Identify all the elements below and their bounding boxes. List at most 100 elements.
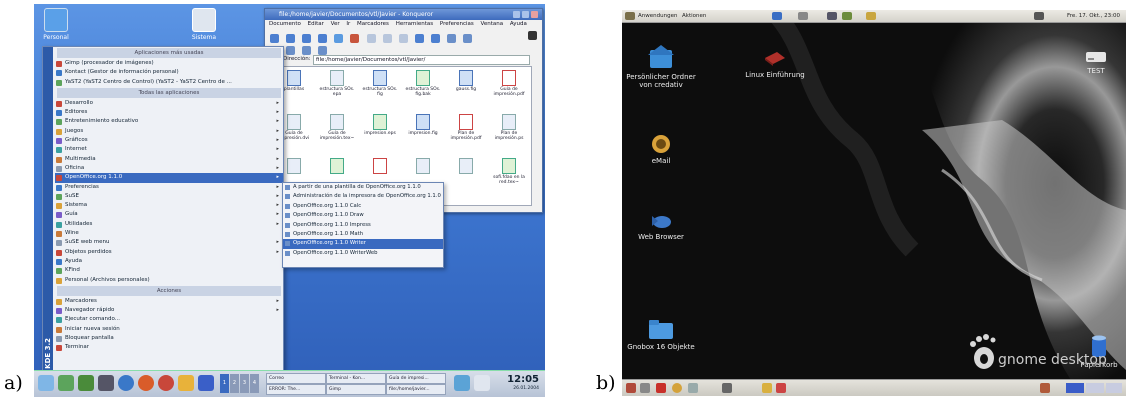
kmenu-item[interactable]: Editores ▸ [55, 108, 283, 117]
maximize-icon[interactable] [522, 11, 529, 18]
office-launch-icon[interactable] [178, 375, 194, 391]
applet-icon[interactable] [776, 383, 786, 393]
workspace-icon[interactable] [762, 383, 772, 393]
file-item[interactable]: Guía de impresión.tex~ [317, 114, 357, 141]
help-launch-icon[interactable] [118, 375, 134, 391]
file-item[interactable] [446, 158, 486, 175]
desktop-icon-gnobox[interactable]: Gnobox 16 Objekte [626, 318, 696, 351]
panel-browser-icon[interactable] [772, 12, 782, 20]
desktop-icon-linux-einfuehrung[interactable]: Linux Einführung [740, 50, 810, 79]
konqueror-launch-icon[interactable] [78, 375, 94, 391]
panel-terminal-icon[interactable] [827, 12, 837, 20]
taskbar-button[interactable]: Correo [266, 373, 326, 384]
taskbar-button[interactable]: Gimp [326, 384, 386, 395]
lifebuoy-icon[interactable] [138, 375, 154, 391]
kmenu-item[interactable]: Preferencias ▸ [55, 183, 283, 192]
kmenu-item[interactable]: Marcadores ▸ [55, 297, 283, 306]
kmenu-item[interactable]: Wine [55, 229, 283, 238]
kmenu-item[interactable]: Ayuda [55, 257, 283, 266]
file-item[interactable] [403, 158, 443, 175]
workspace-3[interactable] [1106, 383, 1122, 393]
gnome-foot-icon[interactable] [625, 12, 635, 20]
file-item[interactable]: Guía de impresión.pdf [489, 70, 529, 97]
panel-editor-icon[interactable] [842, 12, 852, 20]
menu-ir[interactable]: Ir [346, 21, 350, 27]
panel-clock[interactable]: Fre. 17. Okt., 23:00 [1067, 10, 1120, 22]
tray-icon[interactable] [1040, 383, 1050, 393]
file-item[interactable]: sofi.fdao en la red.tex~ [489, 158, 529, 185]
pdf-launch-icon[interactable] [158, 375, 174, 391]
address-input[interactable]: file:/home/javier/Documentos/vtl/Javier/ [313, 55, 530, 65]
submenu-item[interactable]: OpenOffice.org 1.1.0 WriterWeb [283, 249, 443, 258]
kmenu-item[interactable]: OpenOffice.org 1.1.0 ▸ [55, 173, 283, 183]
submenu-item[interactable]: OpenOffice.org 1.1.0 Impress [283, 221, 443, 230]
tools-launch-icon[interactable] [688, 383, 698, 393]
taskbar-button[interactable]: Terminal - Kon... [326, 373, 386, 384]
volume-icon[interactable] [1034, 12, 1044, 20]
kmenu-item[interactable]: Internet ▸ [55, 145, 283, 154]
close-icon[interactable] [531, 11, 538, 18]
menu-anwendungen[interactable]: Anwendungen [638, 10, 677, 22]
submenu-item[interactable]: OpenOffice.org 1.1.0 Calc [283, 202, 443, 211]
kmenu-item[interactable]: Objetos perdidos ▸ [55, 248, 283, 257]
kmenu-item[interactable]: SuSE web menu ▸ [55, 238, 283, 247]
kmenu-item[interactable]: Personal (Archivos personales) [55, 276, 283, 285]
taskbar-clock[interactable]: 12:05 [507, 374, 539, 385]
desktop-icon-web-browser[interactable]: Web Browser [626, 212, 696, 241]
kmenu-item[interactable]: Multimedia ▸ [55, 155, 283, 164]
menu-herramientas[interactable]: Herramientas [396, 21, 433, 27]
desktop-icon-home[interactable]: Persönlicher Ordner von credativ [626, 44, 696, 89]
pager-desktop[interactable]: 2 [230, 374, 239, 393]
menu-preferencias[interactable]: Preferencias [440, 21, 474, 27]
kmenu-item[interactable]: Gráficos ▸ [55, 136, 283, 145]
submenu-item[interactable]: Administración de la impresora de OpenOf… [283, 192, 443, 201]
panel-tools-icon[interactable] [798, 12, 808, 20]
mail-launch-icon[interactable] [198, 375, 214, 391]
quick-launch-icon[interactable] [58, 375, 74, 391]
submenu-item[interactable]: OpenOffice.org 1.1.0 Math [283, 230, 443, 239]
kmenu-item[interactable]: Navegador rápido ▸ [55, 306, 283, 315]
kmenu-item[interactable]: Kontact (Gestor de información personal) [55, 68, 283, 77]
menu-marcadores[interactable]: Marcadores [357, 21, 389, 27]
kmenu-item[interactable]: YaST2 (YaST2 Centro de Control) (YaST2 -… [55, 78, 283, 87]
email-launch-icon[interactable] [672, 383, 682, 393]
kmenu-item[interactable]: Desarrollo ▸ [55, 99, 283, 108]
desktop-icon-test-drive[interactable]: TEST [1068, 50, 1124, 75]
taskbar-button[interactable]: file:/home/javier... [386, 384, 446, 395]
submenu-item[interactable]: OpenOffice.org 1.1.0 Writer [283, 239, 443, 249]
file-item[interactable]: estructura SOs. fig.bak [403, 70, 443, 97]
menu-editar[interactable]: Editar [308, 21, 324, 27]
workspace-1[interactable] [1066, 383, 1084, 393]
kmenu-item[interactable]: Juegos ▸ [55, 127, 283, 136]
search-icon[interactable] [640, 383, 650, 393]
menu-ventana[interactable]: Ventana [481, 21, 504, 27]
kmenu-item[interactable]: Gimp (procesador de imágenes) [55, 59, 283, 68]
file-item[interactable]: estructura SOs. fig [360, 70, 400, 97]
browser-launch-icon[interactable] [722, 383, 732, 393]
desktop-icon-sistema[interactable]: Sistema [184, 8, 224, 41]
kmenu-item[interactable]: Utilidades ▸ [55, 220, 283, 229]
desktop-icon-email[interactable]: eMail [626, 134, 696, 165]
taskbar-button[interactable]: ERROR: The... [266, 384, 326, 395]
tray-clipboard-icon[interactable] [474, 375, 490, 391]
show-desktop-icon[interactable] [626, 383, 636, 393]
minimize-icon[interactable] [513, 11, 520, 18]
file-item[interactable]: gauss.fig [446, 70, 486, 92]
menu-ver[interactable]: Ver [331, 21, 340, 27]
file-item[interactable]: Plan de impresión.ps [489, 114, 529, 141]
pager-desktop[interactable]: 1 [220, 374, 229, 393]
kmenu-item[interactable]: Oficina ▸ [55, 164, 283, 173]
tray-network-icon[interactable] [454, 375, 470, 391]
kmenu-item[interactable]: Terminar [55, 343, 283, 352]
terminal-launch-icon[interactable] [98, 375, 114, 391]
kmenu-item[interactable]: Bloquear pantalla [55, 334, 283, 343]
pager-desktop[interactable]: 4 [250, 374, 259, 393]
kmenu-item[interactable]: Ejecutar comando... [55, 315, 283, 324]
file-item[interactable] [360, 158, 400, 175]
kmenu-item[interactable]: Guía ▸ [55, 210, 283, 219]
submenu-item[interactable]: A partir de una plantilla de OpenOffice.… [283, 183, 443, 192]
submenu-item[interactable]: OpenOffice.org 1.1.0 Draw [283, 211, 443, 220]
menu-aktionen[interactable]: Aktionen [682, 10, 706, 22]
file-item[interactable]: impresion.fig [403, 114, 443, 136]
kmenu-item[interactable]: SuSE ▸ [55, 192, 283, 201]
